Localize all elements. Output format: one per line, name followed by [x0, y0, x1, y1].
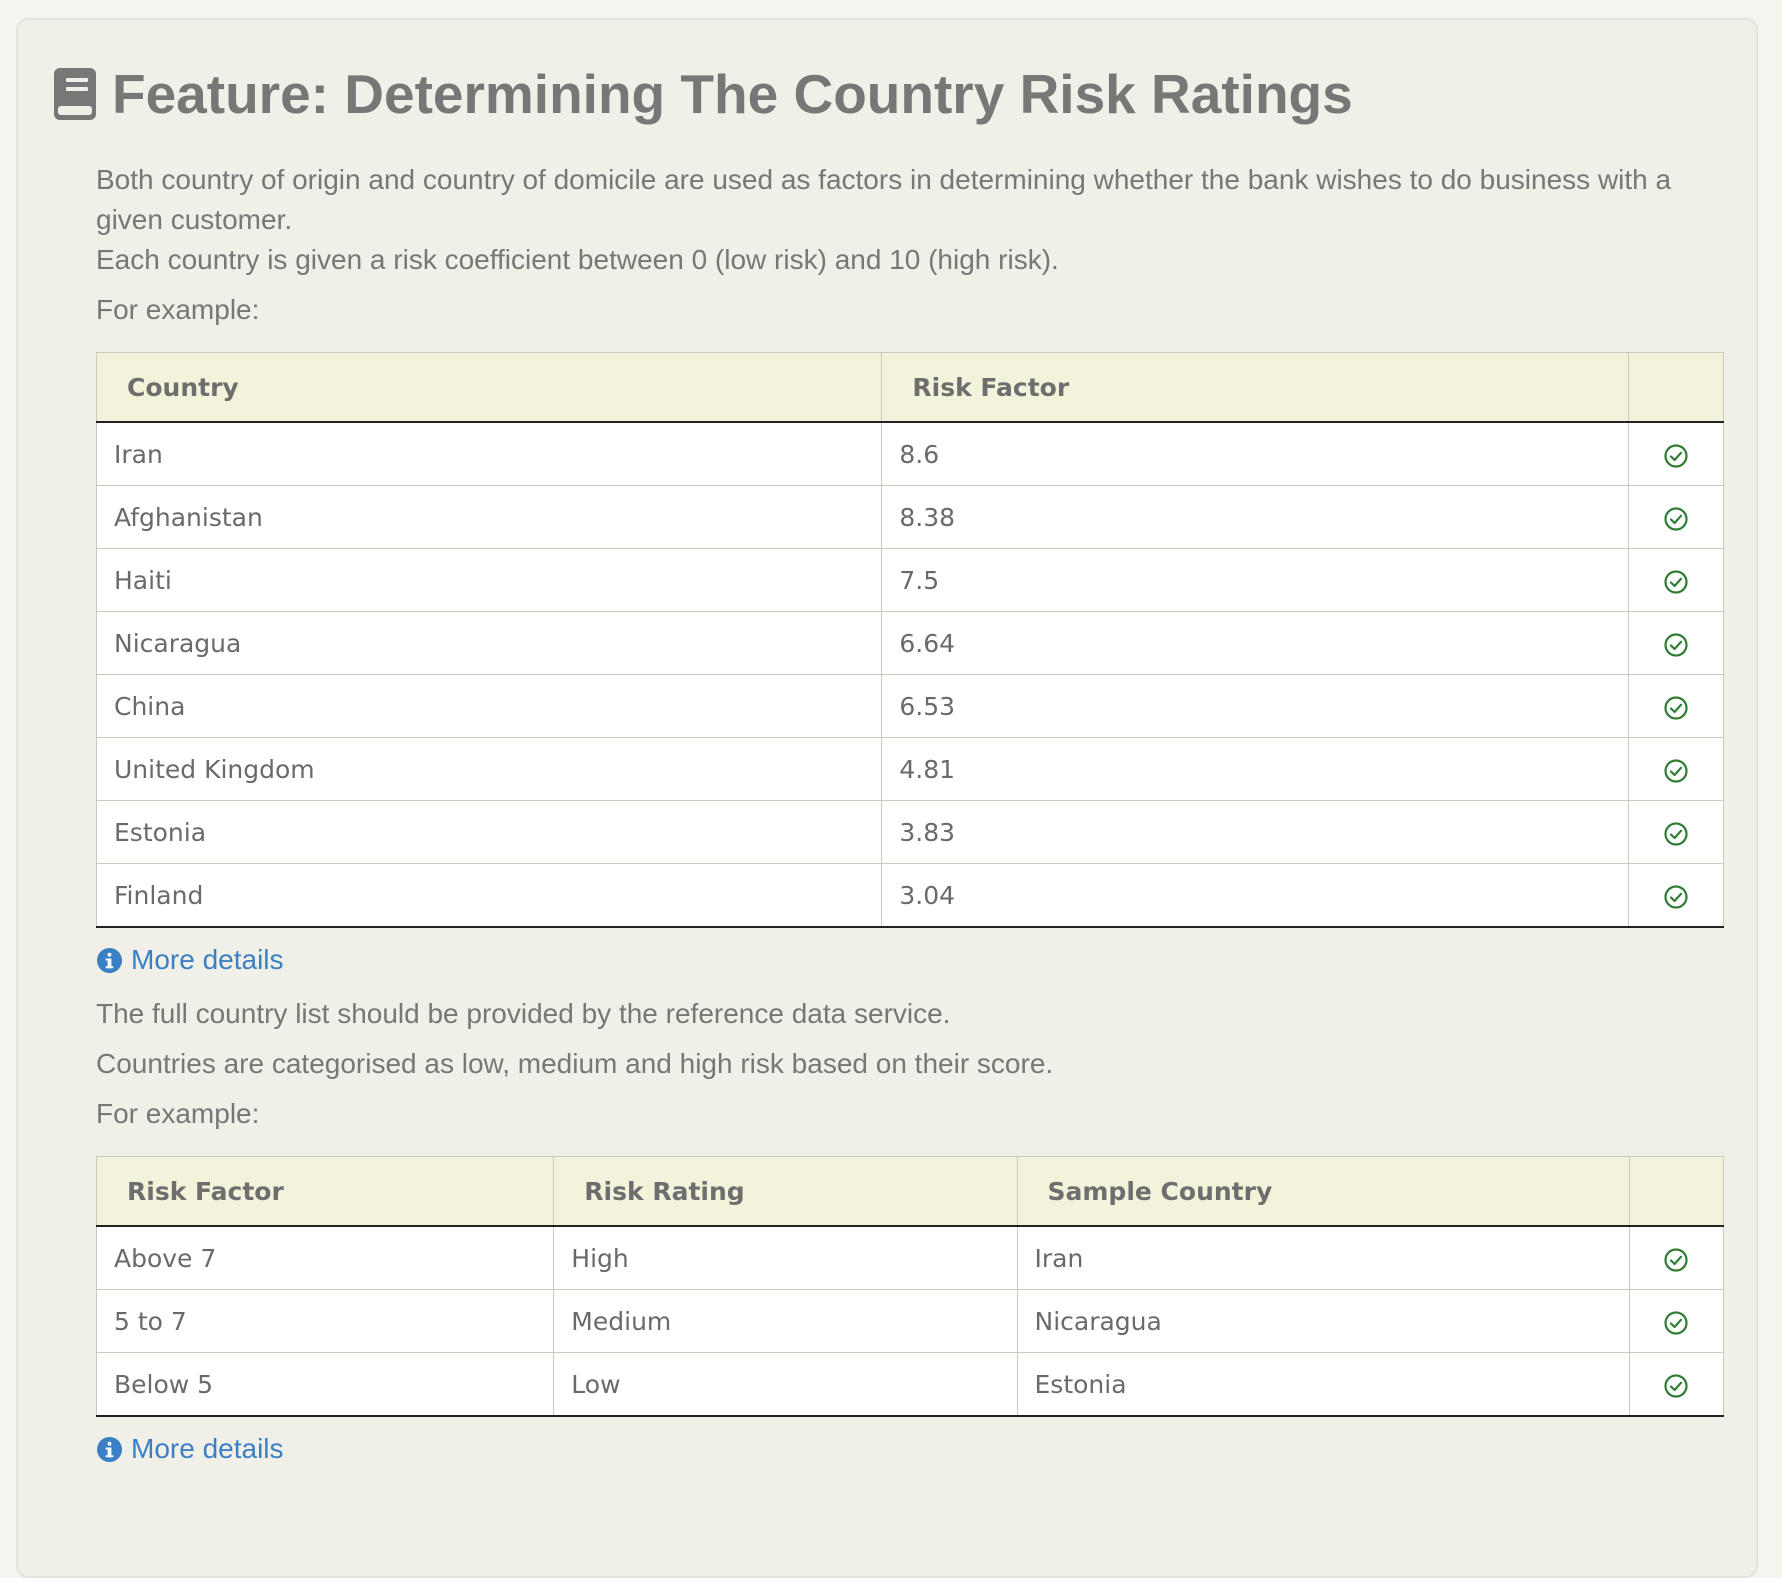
table-row: Iran 8.6	[95, 421, 1724, 486]
table-row: Haiti 7.5	[95, 548, 1724, 612]
check-circle-icon	[1664, 1373, 1688, 1398]
table-row: Nicaragua 6.64	[95, 611, 1724, 675]
table-row: Above 7 High Iran	[95, 1225, 1725, 1290]
cell-risk-factor: 3.04	[881, 863, 1630, 928]
cell-risk-factor: 7.5	[881, 548, 1630, 612]
more-details-link-1[interactable]: More details	[96, 940, 1724, 980]
cell-status	[1628, 1289, 1725, 1353]
more-details-label[interactable]: More details	[131, 944, 284, 976]
table-row: Below 5 Low Estonia	[95, 1352, 1725, 1417]
cell-status	[1628, 1352, 1725, 1417]
cell-country: Iran	[95, 421, 883, 486]
middle-paragraph-3: For example:	[96, 1098, 260, 1129]
cell-risk-factor: Above 7	[95, 1225, 555, 1290]
more-details-label[interactable]: More details	[131, 1433, 284, 1465]
cell-risk-rating: Medium	[553, 1289, 1018, 1353]
cell-risk-factor: 8.6	[881, 421, 1630, 486]
cell-country: Finland	[95, 863, 883, 928]
cell-status	[1628, 485, 1724, 549]
table-header-row: Country Risk Factor	[95, 352, 1724, 423]
column-header-risk-rating: Risk Rating	[553, 1156, 1018, 1227]
cell-status	[1628, 863, 1724, 928]
cell-risk-factor: Below 5	[95, 1352, 555, 1417]
cell-country: China	[95, 674, 883, 738]
cell-status	[1628, 611, 1724, 675]
cell-risk-factor: 8.38	[881, 485, 1630, 549]
column-header-status	[1628, 1156, 1725, 1227]
column-header-sample-country: Sample Country	[1016, 1156, 1630, 1227]
intro-paragraph-3: For example:	[96, 294, 260, 325]
risk-rating-table-body: Above 7 High Iran 5 to 7 Medium Nicaragua Belo…	[95, 1225, 1725, 1417]
cell-sample-country: Iran	[1016, 1225, 1630, 1290]
table-row: China 6.53	[95, 674, 1724, 738]
check-circle-icon	[1664, 884, 1688, 909]
column-header-country: Country	[95, 352, 883, 423]
intro-paragraph-1: Both country of origin and country of do…	[96, 164, 1672, 235]
info-circle-icon	[96, 1436, 123, 1462]
cell-status	[1628, 1225, 1725, 1290]
more-details-link-2[interactable]: More details	[96, 1429, 1724, 1469]
table-header-row: Risk Factor Risk Rating Sample Country	[95, 1156, 1725, 1227]
check-circle-icon	[1664, 1310, 1688, 1335]
check-circle-icon	[1664, 1247, 1688, 1272]
cell-country: United Kingdom	[95, 737, 883, 801]
cell-sample-country: Estonia	[1016, 1352, 1630, 1417]
cell-country: Haiti	[95, 548, 883, 612]
cell-status	[1628, 800, 1724, 864]
check-circle-icon	[1664, 695, 1688, 720]
cell-risk-factor: 4.81	[881, 737, 1630, 801]
check-circle-icon	[1664, 758, 1688, 783]
middle-paragraph-1: The full country list should be provided…	[96, 998, 951, 1029]
table-row: Afghanistan 8.38	[95, 485, 1724, 549]
cell-risk-factor: 6.64	[881, 611, 1630, 675]
cell-status	[1628, 548, 1724, 612]
cell-risk-factor: 5 to 7	[95, 1289, 555, 1353]
cell-risk-rating: Low	[553, 1352, 1018, 1417]
check-circle-icon	[1664, 443, 1688, 468]
table-row: 5 to 7 Medium Nicaragua	[95, 1289, 1725, 1353]
country-risk-table-body: Iran 8.6 Afghanistan 8.38 Haiti 7.5 Nicaragua 6…	[95, 421, 1724, 928]
column-header-risk-factor: Risk Factor	[95, 1156, 555, 1227]
risk-rating-table: Risk Factor Risk Rating Sample Country A…	[95, 1156, 1725, 1417]
column-header-risk-factor: Risk Factor	[881, 352, 1630, 423]
table-row: Estonia 3.83	[95, 800, 1724, 864]
cell-status	[1628, 737, 1724, 801]
table-row: Finland 3.04	[95, 863, 1724, 928]
info-circle-icon	[96, 947, 123, 973]
check-circle-icon	[1664, 632, 1688, 657]
cell-risk-rating: High	[553, 1225, 1018, 1290]
cell-country: Estonia	[95, 800, 883, 864]
book-icon	[54, 68, 96, 120]
check-circle-icon	[1664, 506, 1688, 531]
intro-paragraph-2: Each country is given a risk coefficient…	[96, 244, 1059, 275]
title-row: Feature: Determining The Country Risk Ra…	[52, 62, 1353, 126]
cell-country: Afghanistan	[95, 485, 883, 549]
cell-risk-factor: 3.83	[881, 800, 1630, 864]
page-title: Feature: Determining The Country Risk Ra…	[112, 63, 1353, 125]
feature-description: Both country of origin and country of do…	[95, 160, 1725, 1469]
cell-status	[1628, 674, 1724, 738]
column-header-status	[1628, 352, 1724, 423]
feature-card: Feature: Determining The Country Risk Ra…	[16, 18, 1758, 1578]
country-risk-table: Country Risk Factor Iran 8.6 Afghanistan 8.…	[95, 352, 1724, 928]
cell-country: Nicaragua	[95, 611, 883, 675]
cell-status	[1628, 421, 1724, 486]
middle-paragraph-2: Countries are categorised as low, medium…	[96, 1048, 1054, 1079]
check-circle-icon	[1664, 569, 1688, 594]
cell-sample-country: Nicaragua	[1016, 1289, 1630, 1353]
check-circle-icon	[1664, 821, 1688, 846]
table-row: United Kingdom 4.81	[95, 737, 1724, 801]
cell-risk-factor: 6.53	[881, 674, 1630, 738]
